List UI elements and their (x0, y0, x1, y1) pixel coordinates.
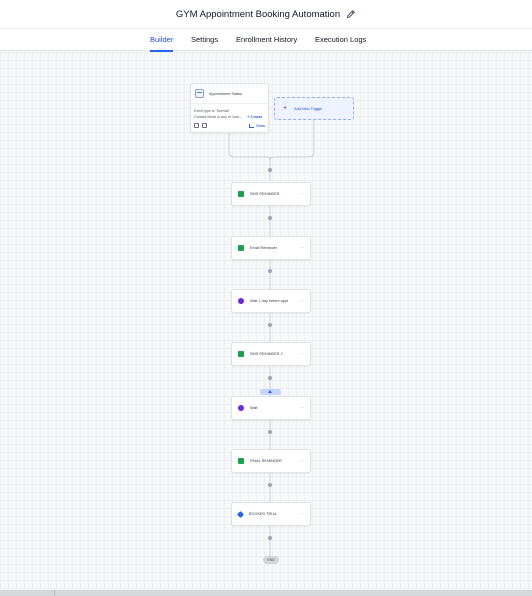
step-booked-trial[interactable]: BOOKED TRIAL ··· (231, 502, 311, 526)
tab-bar: Builder Settings Enrollment History Exec… (0, 28, 532, 52)
step-wait-1-day[interactable]: Wait 1 day before appt ··· (231, 289, 311, 313)
scrollbar-divider (54, 590, 55, 596)
more-options-icon[interactable]: ··· (299, 192, 305, 197)
step-label: SMS REMINDER (250, 192, 280, 196)
more-options-icon[interactable]: ··· (299, 352, 305, 357)
step-final-reminder[interactable]: FINAL REMINDER ··· (231, 449, 311, 473)
stats-button[interactable]: Stats (248, 123, 265, 128)
trash-icon[interactable] (202, 123, 207, 128)
more-filters-link[interactable]: + 2 more (247, 115, 262, 119)
trigger-card[interactable]: Appointment Status Event type is "Normal… (190, 83, 269, 133)
add-step-dot[interactable] (268, 269, 272, 273)
sms-icon (238, 191, 244, 197)
add-step-dot[interactable] (268, 376, 272, 380)
top-bar: GYM Appointment Booking Automation (0, 0, 532, 28)
step-label: Email Reminder (250, 246, 278, 250)
step-wait[interactable]: Wait ··· (231, 396, 311, 420)
tab-enrollment-history[interactable]: Enrollment History (236, 29, 297, 52)
tag-icon (236, 510, 245, 518)
trigger-filter-2-row: Contact Mode is any of 'com... + 2 more (191, 115, 268, 119)
trigger-filter-2: Contact Mode is any of 'com... (194, 115, 243, 119)
add-step-dot[interactable] (268, 430, 272, 434)
more-options-icon[interactable]: ··· (299, 406, 305, 411)
step-label: BOOKED TRIAL (249, 512, 277, 516)
collapse-branch-button[interactable] (260, 389, 281, 395)
workflow-canvas[interactable]: Appointment Status Event type is "Normal… (0, 52, 532, 590)
add-step-dot[interactable] (268, 536, 272, 540)
end-node: END (263, 556, 279, 564)
step-sms-reminder-2[interactable]: SMS REMINDER 2 ··· (231, 342, 311, 366)
calendar-icon (195, 89, 204, 98)
add-step-dot[interactable] (268, 216, 272, 220)
trigger-title: Appointment Status (209, 91, 243, 96)
tab-execution-logs[interactable]: Execution Logs (315, 29, 366, 52)
more-options-icon[interactable]: ··· (299, 246, 305, 251)
step-sms-reminder[interactable]: SMS REMINDER ··· (231, 182, 311, 206)
trigger-filter-1: Event type is "Normal" (194, 109, 230, 113)
step-label: Wait 1 day before appt (250, 299, 289, 303)
bar-chart-icon (248, 123, 254, 128)
add-new-trigger-button[interactable]: + Add New Trigger (274, 97, 354, 120)
wait-clock-icon (238, 298, 244, 304)
more-options-icon[interactable]: ··· (299, 299, 305, 304)
more-options-icon[interactable]: ··· (299, 459, 305, 464)
step-label: Wait (250, 406, 258, 410)
pencil-icon[interactable] (346, 9, 356, 19)
bottom-scrollbar[interactable] (0, 590, 532, 596)
plus-icon: + (283, 105, 288, 112)
add-step-dot[interactable] (268, 168, 272, 172)
workflow-title: GYM Appointment Booking Automation (175, 8, 341, 20)
sms-icon (238, 458, 244, 464)
wait-clock-icon (238, 405, 244, 411)
add-step-dot[interactable] (268, 323, 272, 327)
step-label: SMS REMINDER 2 (250, 352, 283, 356)
email-icon (238, 245, 244, 251)
add-trigger-label: Add New Trigger (294, 106, 323, 111)
sms-icon (238, 351, 244, 357)
tab-builder[interactable]: Builder (150, 29, 174, 52)
tab-settings[interactable]: Settings (191, 29, 218, 52)
more-options-icon[interactable]: ··· (299, 512, 305, 517)
add-step-dot[interactable] (268, 483, 272, 487)
copy-icon[interactable] (194, 123, 199, 128)
step-label: FINAL REMINDER (250, 459, 282, 463)
step-email-reminder[interactable]: Email Reminder ··· (231, 236, 311, 260)
stats-label: Stats (255, 123, 265, 128)
